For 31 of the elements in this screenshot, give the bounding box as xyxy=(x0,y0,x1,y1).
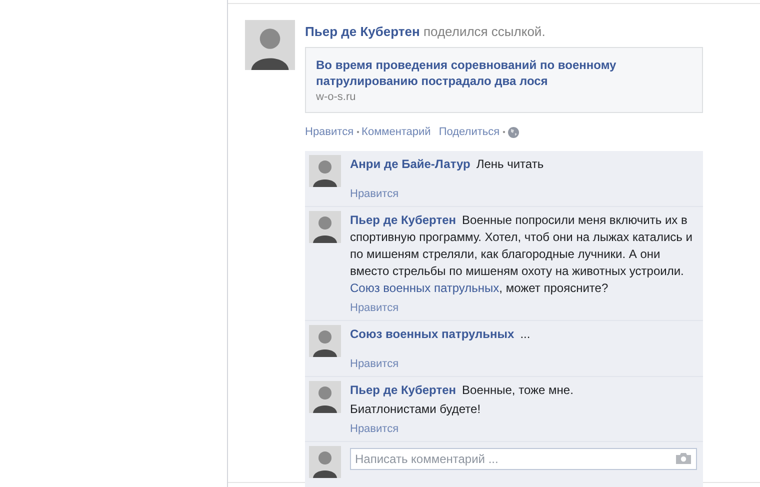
avatar-icon[interactable] xyxy=(309,211,341,243)
commenter-name[interactable]: Анри де Байе-Латур xyxy=(350,157,470,171)
like-link[interactable]: Нравится xyxy=(350,357,695,371)
comment-text: Пьер де Кубертен Военные попросили меня включить их в спортивную программу. Хотел, чтоб они на лыжах катались и по мишеням стреляли, как благородные лучники. А они вместо стрельбы по мишеням охоту на животных устроили. xyxy=(350,212,694,280)
link-card[interactable]: Во время проведения соревнований по военному патрулированию пострадало два лося w-o-s.ru xyxy=(305,47,703,113)
link-title[interactable]: Во время проведения соревнований по военному патрулированию пострадало два лося xyxy=(316,57,692,89)
action-link[interactable]: Комментарий xyxy=(362,124,431,140)
author-link[interactable]: Пьер де Кубертен xyxy=(305,24,420,39)
avatar-icon[interactable] xyxy=(309,325,341,357)
commenter-name[interactable]: Пьер де Кубертен xyxy=(350,213,456,227)
action-link[interactable]: Нравится xyxy=(305,124,354,140)
comment-text: Союз военных патрульных ... xyxy=(350,326,532,343)
like-link[interactable]: Нравится xyxy=(350,422,695,436)
avatar-icon[interactable] xyxy=(309,446,341,478)
action-link[interactable]: Поделиться xyxy=(438,124,500,140)
avatar-icon[interactable] xyxy=(309,155,341,187)
avatar-icon[interactable] xyxy=(245,20,295,70)
commenter-name[interactable]: Союз военных патрульных xyxy=(350,327,514,341)
link-domain: w-o-s.ru xyxy=(316,90,357,104)
comment-text: Пьер де Кубертен Военные, тоже мне. xyxy=(350,382,574,399)
comment-text: Биатлонистами будете! xyxy=(350,401,482,418)
commenter-name[interactable]: Пьер де Кубертен xyxy=(350,383,456,397)
avatar-icon[interactable] xyxy=(309,381,341,413)
comment-text: Анри де Байе-Латур Лень читать xyxy=(350,156,545,173)
mention-link[interactable]: Союз военных патрульных xyxy=(350,281,500,295)
like-link[interactable]: Нравится xyxy=(350,187,695,201)
like-link[interactable]: Нравится xyxy=(350,301,695,315)
globe-icon[interactable] xyxy=(508,126,519,138)
comment-text: Союз военных патрульных, может проясните? xyxy=(350,280,610,297)
comment-input[interactable]: Написать комментарий ... xyxy=(350,448,697,470)
post-action-text: поделился ссылкой. xyxy=(423,24,546,39)
